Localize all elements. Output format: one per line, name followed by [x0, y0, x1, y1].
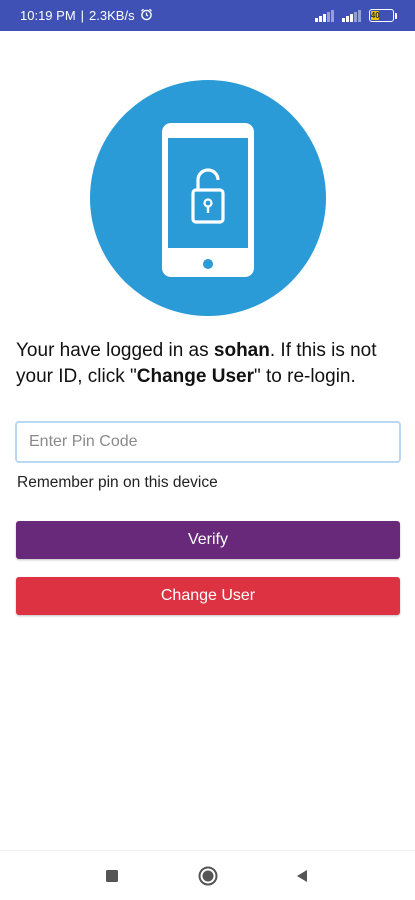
verify-button[interactable]: Verify [16, 521, 400, 559]
status-left: 10:19 PM | 2.3KB/s [20, 8, 153, 24]
square-icon[interactable] [104, 868, 120, 884]
signal-icon-2 [342, 9, 361, 22]
signal-icon [315, 9, 334, 22]
status-right: 40 [315, 9, 397, 22]
battery-icon: 40 [369, 9, 397, 22]
triangle-back-icon[interactable] [294, 868, 310, 884]
alarm-icon [140, 8, 153, 24]
status-speed: 2.3KB/s [89, 8, 135, 23]
pin-code-input[interactable] [15, 421, 401, 463]
message-username: sohan [213, 340, 270, 361]
message-part3: " to re-login. [253, 366, 356, 387]
status-time: 10:19 PM [20, 8, 76, 23]
circle-icon[interactable] [198, 866, 218, 886]
navigation-bar [0, 850, 415, 900]
message-change-user-ref: Change User [136, 366, 254, 387]
status-separator: | [80, 8, 85, 23]
change-user-button[interactable]: Change User [16, 577, 400, 615]
phone-unlock-icon [90, 80, 326, 316]
status-bar: 10:19 PM | 2.3KB/s 40 [0, 0, 415, 31]
battery-level: 40 [370, 11, 380, 20]
remember-pin-label[interactable]: Remember pin on this device [17, 474, 218, 492]
message-part1: Your have logged in as [16, 340, 214, 361]
login-message: Your have logged in as sohan. If this is… [16, 338, 401, 390]
